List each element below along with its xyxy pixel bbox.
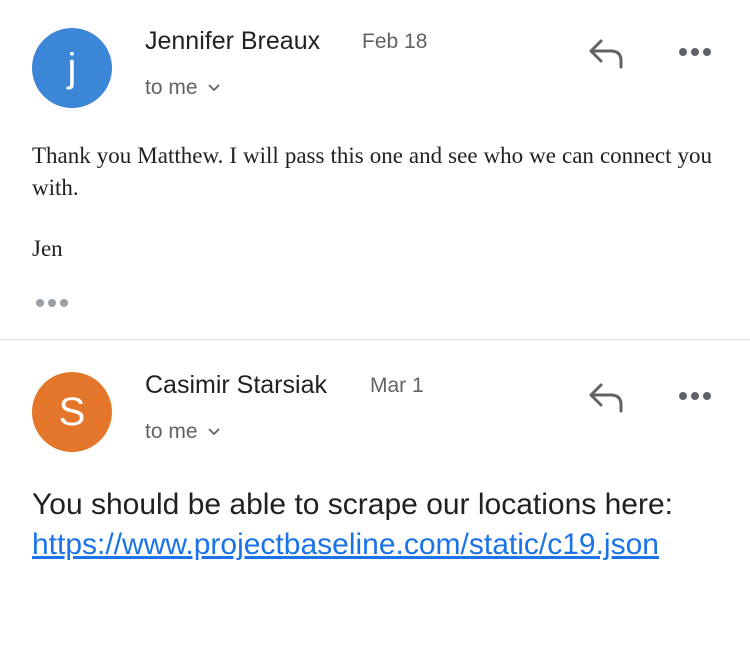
chevron-down-icon (207, 84, 220, 92)
reply-arrow-icon[interactable] (586, 380, 626, 414)
message-body: Thank you Matthew. I will pass this one … (32, 143, 712, 200)
chevron-down-icon (207, 428, 220, 436)
recipient-label: to me (145, 76, 198, 99)
recipient-details-toggle[interactable]: to me (145, 420, 220, 444)
recipient-label: to me (145, 420, 198, 443)
avatar-initial: j (67, 45, 77, 90)
email-message: S Casimir Starsiak Mar 1 to me You shoul… (0, 340, 750, 660)
more-horizontal-icon[interactable] (677, 46, 713, 58)
more-horizontal-icon[interactable] (677, 390, 713, 402)
message-signature: Jen (32, 236, 63, 261)
message-body: You should be able to scrape our locatio… (32, 485, 722, 565)
avatar-initial: S (58, 389, 86, 434)
avatar[interactable]: j (32, 28, 112, 108)
recipient-details-toggle[interactable]: to me (145, 76, 220, 100)
email-message: j Jennifer Breaux Feb 18 to me Thank you… (0, 0, 750, 339)
sender-name[interactable]: Jennifer Breaux (145, 27, 320, 56)
message-body-text: You should be able to scrape our locatio… (32, 488, 674, 521)
message-link[interactable]: https://www.projectbaseline.com/static/c… (32, 528, 659, 561)
message-date: Mar 1 (370, 374, 424, 397)
message-date: Feb 18 (362, 30, 428, 53)
avatar[interactable]: S (32, 372, 112, 452)
show-trimmed-content-icon[interactable] (34, 297, 70, 309)
sender-name[interactable]: Casimir Starsiak (145, 371, 327, 400)
reply-arrow-icon[interactable] (586, 36, 626, 70)
